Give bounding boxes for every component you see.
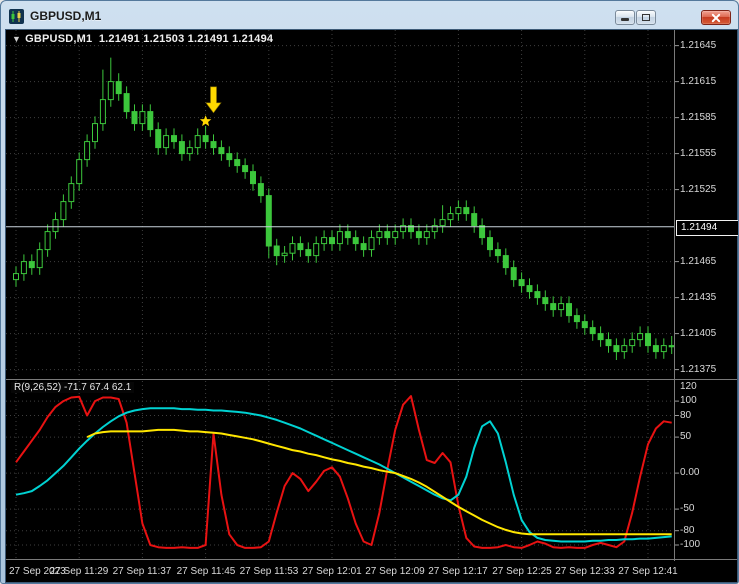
chevron-down-icon[interactable]: ▼ xyxy=(12,34,21,44)
time-axis[interactable]: 27 Sep 2023 27 Sep 11:29 27 Sep 11:37 27 Se… xyxy=(6,561,737,582)
indicator-tick-label: -50 xyxy=(680,503,695,514)
time-tick-label: 27 Sep 11:53 xyxy=(239,566,299,577)
indicator-tick-label: 80 xyxy=(680,410,692,421)
indicator-tick-label: -100 xyxy=(680,539,701,550)
current-price-box: 1.21494 xyxy=(676,220,738,236)
price-tick-label: 1.21375 xyxy=(680,364,717,375)
price-tick-label: 1.21435 xyxy=(680,292,717,303)
maximize-button[interactable] xyxy=(636,10,656,25)
price-and-indicator-plot[interactable] xyxy=(6,30,737,582)
close-button[interactable] xyxy=(701,10,731,25)
time-tick-label: 27 Sep 12:01 xyxy=(302,566,362,577)
mt4-chart-window: GBPUSD,M1 ▼ GBPUSD,M1 1.21491 1.21503 1.2… xyxy=(0,0,739,584)
indicator-label: R(9,26,52) -71.7 67.4 62.1 xyxy=(11,382,135,393)
indicator-tick-label: 100 xyxy=(680,395,697,406)
time-tick-label: 27 Sep 12:17 xyxy=(428,566,488,577)
chart-client-area: ▼ GBPUSD,M1 1.21491 1.21503 1.21491 1.214… xyxy=(5,29,738,583)
minimize-button[interactable] xyxy=(615,10,635,25)
chart-ohlc-values: 1.21491 1.21503 1.21491 1.21494 xyxy=(98,33,274,45)
time-tick-label: 27 Sep 12:09 xyxy=(365,566,425,577)
time-tick-label: 27 Sep 12:41 xyxy=(618,566,678,577)
chart-header: ▼ GBPUSD,M1 1.21491 1.21503 1.21491 1.214… xyxy=(12,33,273,45)
indicator-tick-label: 50 xyxy=(680,431,692,442)
price-tick-label: 1.21555 xyxy=(680,148,717,159)
time-tick-label: 27 Sep 11:29 xyxy=(49,566,109,577)
time-tick-label: 27 Sep 12:25 xyxy=(492,566,552,577)
price-tick-label: 1.21525 xyxy=(680,184,717,195)
price-tick-label: 1.21465 xyxy=(680,256,717,267)
indicator-tick-label: 120 xyxy=(680,381,697,392)
star-marker xyxy=(199,115,212,127)
price-tick-label: 1.21615 xyxy=(680,76,717,87)
indicator-tick-label: -80 xyxy=(680,525,695,536)
indicator-tick-label: 0.00 xyxy=(680,467,700,478)
time-tick-label: 27 Sep 11:45 xyxy=(176,566,236,577)
price-tick-label: 1.21645 xyxy=(680,40,717,51)
candlestick-chart-icon xyxy=(9,8,24,24)
price-tick-label: 1.21405 xyxy=(680,328,717,339)
price-tick-label: 1.21585 xyxy=(680,112,717,123)
time-tick-label: 27 Sep 12:33 xyxy=(555,566,615,577)
chart-canvas[interactable]: ▼ GBPUSD,M1 1.21491 1.21503 1.21491 1.214… xyxy=(6,30,738,582)
chart-symbol-period: GBPUSD,M1 xyxy=(25,33,93,45)
down-arrow-marker xyxy=(205,86,222,114)
window-title: GBPUSD,M1 xyxy=(30,9,102,23)
time-tick-label: 27 Sep 11:37 xyxy=(112,566,172,577)
